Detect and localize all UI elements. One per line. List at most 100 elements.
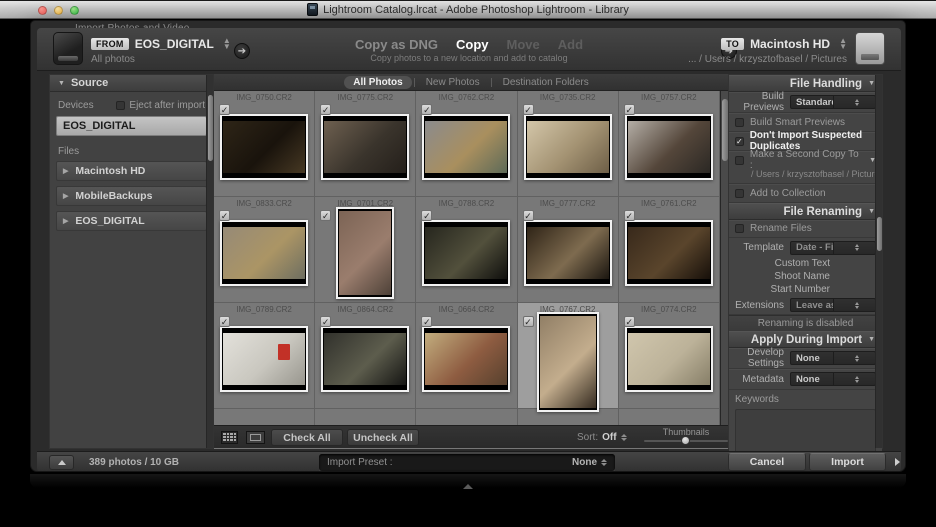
photo-checkbox[interactable]: ✓ bbox=[624, 316, 635, 327]
photo-cell[interactable]: IMG_0735.CR2 ✓ bbox=[518, 91, 619, 197]
photo-cell-partial[interactable] bbox=[416, 409, 517, 425]
tab-all-photos[interactable]: All Photos bbox=[344, 76, 411, 89]
photo-checkbox[interactable]: ✓ bbox=[523, 316, 534, 327]
tab-new-photos[interactable]: New Photos bbox=[417, 76, 489, 89]
photo-cell[interactable]: IMG_0664.CR2 ✓ bbox=[416, 303, 517, 409]
add-to-collection-checkbox[interactable] bbox=[735, 189, 744, 198]
photo-checkbox[interactable]: ✓ bbox=[421, 104, 432, 115]
photo-thumbnail[interactable] bbox=[537, 312, 599, 412]
import-mode-add[interactable]: Add bbox=[558, 37, 583, 52]
zoom-window-button[interactable] bbox=[70, 6, 79, 15]
grid-view-icon[interactable] bbox=[221, 431, 238, 444]
photo-thumbnail[interactable] bbox=[220, 220, 308, 286]
photo-cell[interactable]: IMG_0757.CR2 ✓ bbox=[619, 91, 720, 197]
settings-panel-scrollbar[interactable] bbox=[875, 75, 882, 448]
bottom-reveal-arrow-icon[interactable] bbox=[463, 484, 473, 489]
uncheck-all-button[interactable]: Uncheck All bbox=[347, 429, 419, 446]
photo-thumbnail[interactable] bbox=[220, 326, 308, 392]
template-dropdown[interactable]: Date - Filename bbox=[790, 241, 876, 255]
dont-import-duplicates-checkbox[interactable]: ✓ bbox=[735, 137, 744, 146]
photo-cell[interactable]: IMG_0701.CR2 ✓ bbox=[315, 197, 416, 303]
build-previews-dropdown[interactable]: Standard bbox=[790, 95, 876, 109]
photo-thumbnail[interactable] bbox=[220, 114, 308, 180]
sort-value[interactable]: Off bbox=[602, 432, 616, 443]
photo-thumbnail[interactable] bbox=[524, 220, 612, 286]
eject-after-import-checkbox[interactable] bbox=[116, 101, 125, 110]
photo-thumbnail[interactable] bbox=[422, 326, 510, 392]
panel-reveal-arrow-icon[interactable] bbox=[895, 458, 900, 466]
source-panel-header[interactable]: ▼ Source bbox=[50, 75, 213, 92]
check-all-button[interactable]: Check All bbox=[271, 429, 343, 446]
cancel-button[interactable]: Cancel bbox=[728, 453, 806, 471]
rename-files-checkbox[interactable] bbox=[735, 224, 744, 233]
photo-checkbox[interactable]: ✓ bbox=[421, 316, 432, 327]
selected-device-row[interactable]: EOS_DIGITAL bbox=[56, 116, 207, 136]
loupe-view-icon[interactable] bbox=[246, 431, 265, 444]
photo-thumbnail[interactable] bbox=[321, 326, 409, 392]
photo-checkbox[interactable]: ✓ bbox=[320, 316, 331, 327]
photo-thumbnail[interactable] bbox=[625, 326, 713, 392]
photo-cell[interactable]: IMG_0761.CR2 ✓ bbox=[619, 197, 720, 303]
import-preset-value[interactable]: None bbox=[572, 457, 607, 468]
from-device-name[interactable]: EOS_DIGITAL bbox=[135, 37, 214, 51]
photo-checkbox[interactable]: ✓ bbox=[320, 104, 331, 115]
keywords-input[interactable] bbox=[735, 409, 876, 453]
smart-previews-checkbox[interactable] bbox=[735, 118, 744, 127]
photo-cell[interactable]: IMG_0762.CR2 ✓ bbox=[416, 91, 517, 197]
import-mode-move[interactable]: Move bbox=[507, 37, 540, 52]
photo-cell[interactable]: IMG_0788.CR2 ✓ bbox=[416, 197, 517, 303]
photo-cell[interactable]: IMG_0833.CR2 ✓ bbox=[214, 197, 315, 303]
photo-cell-partial[interactable] bbox=[619, 409, 720, 425]
grid-scrollbar[interactable] bbox=[720, 91, 728, 425]
file-handling-header[interactable]: File Handling ▼ bbox=[729, 75, 882, 92]
photo-cell[interactable]: IMG_0750.CR2 ✓ bbox=[214, 91, 315, 197]
slider-knob[interactable] bbox=[681, 436, 690, 445]
to-destination-selector[interactable]: TO Macintosh HD ▲▼ ... / Users / krzyszt… bbox=[688, 32, 885, 65]
photo-checkbox[interactable]: ✓ bbox=[624, 104, 635, 115]
collapse-panel-button[interactable] bbox=[49, 455, 74, 470]
photo-cell-partial[interactable] bbox=[214, 409, 315, 425]
photo-checkbox[interactable]: ✓ bbox=[219, 316, 230, 327]
second-copy-checkbox[interactable] bbox=[735, 156, 744, 165]
photo-cell[interactable]: IMG_0777.CR2 ✓ bbox=[518, 197, 619, 303]
source-file-mobilebackups[interactable]: ▶MobileBackups bbox=[56, 186, 207, 206]
close-window-button[interactable] bbox=[38, 6, 47, 15]
from-source-selector[interactable]: FROM EOS_DIGITAL ▲▼ All photos bbox=[53, 32, 231, 65]
import-button[interactable]: Import bbox=[809, 453, 886, 471]
thumbnail-size-slider[interactable] bbox=[644, 440, 728, 442]
photo-checkbox[interactable]: ✓ bbox=[523, 210, 534, 221]
photo-checkbox[interactable]: ✓ bbox=[219, 210, 230, 221]
photo-checkbox[interactable]: ✓ bbox=[421, 210, 432, 221]
extensions-dropdown[interactable]: Leave as-is bbox=[790, 298, 876, 312]
photo-cell[interactable]: IMG_0767.CR2 ✓ bbox=[518, 303, 619, 409]
photo-thumbnail[interactable] bbox=[336, 207, 394, 299]
apply-during-import-header[interactable]: Apply During Import ▼ bbox=[729, 331, 882, 348]
import-mode-copy-as-dng[interactable]: Copy as DNG bbox=[355, 37, 438, 52]
source-file-macintosh-hd[interactable]: ▶Macintosh HD bbox=[56, 161, 207, 181]
to-device-name[interactable]: Macintosh HD bbox=[750, 37, 830, 51]
sort-stepper-icon[interactable] bbox=[621, 434, 627, 441]
photo-thumbnail[interactable] bbox=[422, 220, 510, 286]
photo-checkbox[interactable]: ✓ bbox=[624, 210, 635, 221]
develop-settings-dropdown[interactable]: None bbox=[790, 351, 876, 365]
import-mode-copy[interactable]: Copy bbox=[456, 37, 489, 52]
photo-cell[interactable]: IMG_0789.CR2 ✓ bbox=[214, 303, 315, 409]
photo-checkbox[interactable]: ✓ bbox=[320, 210, 331, 221]
photo-checkbox[interactable]: ✓ bbox=[523, 104, 534, 115]
photo-thumbnail[interactable] bbox=[422, 114, 510, 180]
photo-thumbnail[interactable] bbox=[625, 220, 713, 286]
photo-cell[interactable]: IMG_0774.CR2 ✓ bbox=[619, 303, 720, 409]
source-panel-scrollbar[interactable] bbox=[206, 75, 213, 448]
photo-cell-partial[interactable] bbox=[315, 409, 416, 425]
photo-thumbnail[interactable] bbox=[524, 114, 612, 180]
photo-thumbnail[interactable] bbox=[625, 114, 713, 180]
photo-thumbnail[interactable] bbox=[321, 114, 409, 180]
source-file-eos-digital[interactable]: ▶EOS_DIGITAL bbox=[56, 211, 207, 231]
photo-checkbox[interactable]: ✓ bbox=[219, 104, 230, 115]
minimize-window-button[interactable] bbox=[54, 6, 63, 15]
tab-destination-folders[interactable]: Destination Folders bbox=[494, 76, 598, 89]
metadata-dropdown[interactable]: None bbox=[790, 372, 876, 386]
photo-cell[interactable]: IMG_0775.CR2 ✓ bbox=[315, 91, 416, 197]
file-renaming-header[interactable]: File Renaming ▼ bbox=[729, 203, 882, 220]
photo-cell[interactable]: IMG_0864.CR2 ✓ bbox=[315, 303, 416, 409]
